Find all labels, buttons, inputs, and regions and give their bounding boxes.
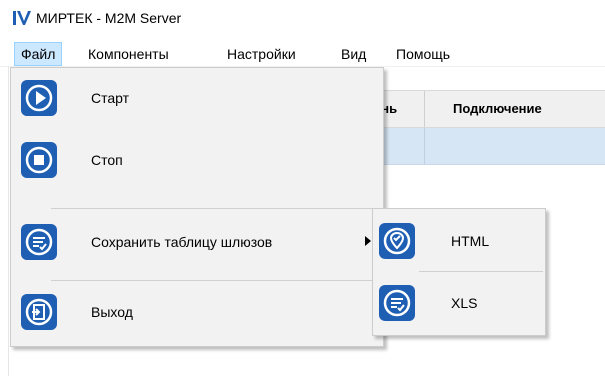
submenu-item-html[interactable]: HTML <box>373 213 545 269</box>
exit-icon <box>21 294 57 330</box>
menu-file[interactable]: Файл <box>14 42 63 66</box>
table-header: ень Подключение <box>372 90 605 128</box>
menu-separator <box>419 271 543 272</box>
title-bar: МИРТЕК - M2M Server <box>0 0 605 36</box>
menu-item-label: Стоп <box>91 152 123 168</box>
submenu-arrow-icon <box>365 236 371 246</box>
play-icon <box>21 80 57 116</box>
menu-settings[interactable]: Настройки <box>221 42 302 66</box>
menu-item-start[interactable]: Старт <box>11 68 383 128</box>
window-title: МИРТЕК - M2M Server <box>36 10 182 26</box>
save-submenu: HTML XLS <box>372 208 546 336</box>
menu-help[interactable]: Помощь <box>390 42 456 66</box>
menu-separator <box>51 280 381 281</box>
menu-item-label: Сохранить таблицу шлюзов <box>91 234 273 250</box>
menu-bar: Файл Компоненты Настройки Вид Помощь <box>0 42 605 67</box>
menu-components[interactable]: Компоненты <box>82 42 175 66</box>
menu-separator <box>51 208 381 209</box>
menu-item-label: Старт <box>91 90 130 106</box>
column-header-connection[interactable]: Подключение <box>453 91 542 127</box>
submenu-item-label: XLS <box>451 295 478 311</box>
menu-item-label: Выход <box>91 304 133 320</box>
location-check-icon <box>379 223 415 259</box>
column-divider[interactable] <box>424 91 425 127</box>
list-edit-icon <box>379 285 415 321</box>
column-divider <box>424 128 425 164</box>
mirtek-logo-icon <box>13 11 31 25</box>
file-menu-dropdown: Старт Стоп Сохранить таблицу шлюзов Выхо… <box>10 67 384 347</box>
menu-item-stop[interactable]: Стоп <box>11 130 383 190</box>
menu-view[interactable]: Вид <box>335 42 372 66</box>
menu-item-save-gateways[interactable]: Сохранить таблицу шлюзов <box>11 212 383 272</box>
menu-item-exit[interactable]: Выход <box>11 282 383 342</box>
panel-border <box>8 66 9 376</box>
submenu-item-label: HTML <box>451 233 490 249</box>
submenu-item-xls[interactable]: XLS <box>373 275 545 331</box>
table-row[interactable] <box>372 128 605 165</box>
save-list-icon <box>21 224 57 260</box>
stop-icon <box>21 142 57 178</box>
